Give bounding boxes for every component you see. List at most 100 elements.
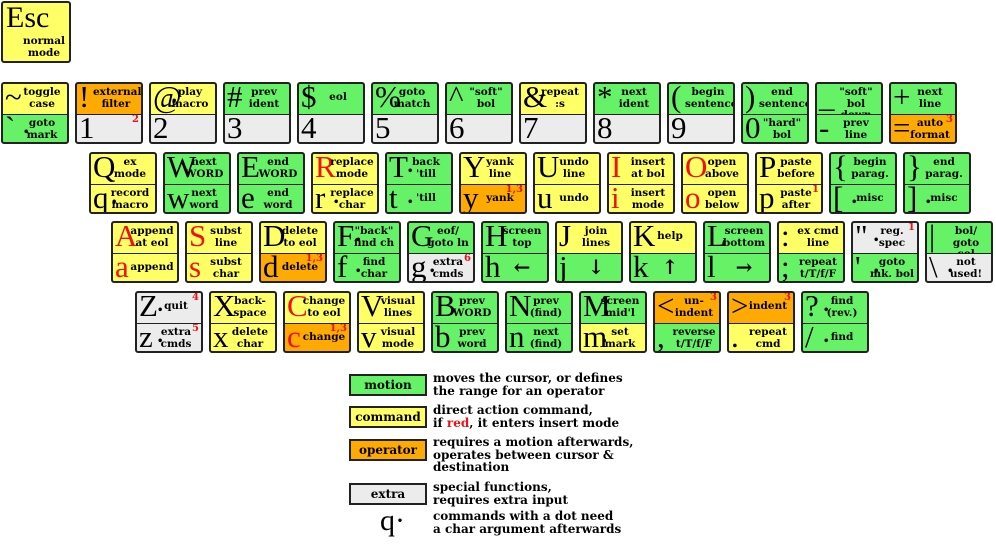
key-shifted-motion[interactable]: $ eol: [299, 84, 363, 114]
key-plain-motion[interactable]: ] • misc: [905, 184, 969, 212]
key-plain-motion[interactable]: h ←: [483, 253, 547, 281]
key-shifted-command[interactable]: Cchange to eol: [285, 293, 349, 323]
key-plain-extra[interactable]: \ • not used!: [927, 253, 991, 281]
key-shifted-command[interactable]: Iinsert at bol: [609, 154, 673, 184]
key-1-0[interactable]: Qex mode q • record macro: [89, 152, 157, 214]
key-plain-extra[interactable]: z • extra cmds 5: [137, 323, 201, 351]
key-plain-command[interactable]: x delete char: [211, 323, 275, 351]
key-3-5[interactable]: Nprev (find) n next (find): [505, 291, 573, 353]
key-shifted-motion[interactable]: {begin parag.: [831, 154, 895, 184]
key-plain-command[interactable]: m • set mark: [581, 323, 645, 351]
key-2-8[interactable]: Lscreen bottom l →: [703, 221, 771, 283]
key-plain-extra[interactable]: 5: [373, 114, 437, 142]
key-plain-motion[interactable]: 0 "hard" bol: [743, 114, 807, 142]
key-plain-extra[interactable]: 6: [447, 114, 511, 142]
key-2-7[interactable]: Khelp k ↑: [629, 221, 697, 283]
key-0-3[interactable]: # prev ident 3: [223, 82, 291, 144]
key-0-9[interactable]: (begin sentence 9: [667, 82, 735, 144]
key-plain-command[interactable]: o open below: [683, 184, 747, 212]
key-plain-motion[interactable]: ' • goto mk. bol: [853, 253, 917, 281]
key-shifted-command[interactable]: @ • play macro: [151, 84, 215, 114]
key-0-8[interactable]: * next ident 8: [593, 82, 661, 144]
key-shifted-operator[interactable]: < un- indent 3: [655, 293, 719, 323]
key-3-4[interactable]: Bprev WORD b prev word: [431, 291, 499, 353]
key-shifted-extra[interactable]: Z • quit 4: [137, 293, 201, 323]
key-shifted-motion[interactable]: (begin sentence: [669, 84, 733, 114]
key-plain-extra[interactable]: g • extra cmds 6: [409, 253, 473, 281]
key-plain-extra[interactable]: 7: [521, 114, 585, 142]
key-shifted-motion[interactable]: Lscreen bottom: [705, 223, 769, 253]
key-shifted-operator[interactable]: > indent 3: [729, 293, 793, 323]
key-0-0[interactable]: ~ toggle case ` • goto mark: [1, 82, 69, 144]
key-1-6[interactable]: Uundo line u undo: [533, 152, 601, 214]
key-shifted-command[interactable]: Qex mode: [91, 154, 155, 184]
key-plain-extra[interactable]: 12: [77, 114, 141, 142]
key-3-6[interactable]: Mscreen mid'l m • set mark: [579, 291, 647, 353]
key-shifted-motion[interactable]: ^ "soft" bol: [447, 84, 511, 114]
key-plain-operator[interactable]: = auto format 3: [891, 114, 955, 142]
key-plain-motion[interactable]: - prev line: [817, 114, 881, 142]
key-1-11[interactable]: } end parag.] • misc: [903, 152, 971, 214]
key-plain-command[interactable]: q • record macro: [91, 184, 155, 212]
key-plain-motion[interactable]: l →: [705, 253, 769, 281]
key-2-3[interactable]: F • "back" find ch f • find char: [333, 221, 401, 283]
key-0-2[interactable]: @ • play macro 2: [149, 82, 217, 144]
key-2-2[interactable]: Ddelete to eol d delete 1,3: [259, 221, 327, 283]
key-plain-extra[interactable]: 9: [669, 114, 733, 142]
key-plain-command[interactable]: s subst char: [187, 253, 251, 281]
key-shifted-command[interactable]: Vvisual lines: [359, 293, 423, 323]
key-plain-command[interactable]: v visual mode: [359, 323, 423, 351]
key-shifted-motion[interactable]: _"soft" bol down: [817, 84, 881, 114]
key-shifted-extra[interactable]: " • reg. spec 1: [853, 223, 917, 253]
key-0-1[interactable]: ! external filter 1 2: [75, 82, 143, 144]
key-plain-motion[interactable]: ; repeat t/T/f/F: [779, 253, 843, 281]
key-plain-motion[interactable]: [• misc: [831, 184, 895, 212]
key-plain-motion[interactable]: , reverse t/T/f/F: [655, 323, 719, 351]
key-shifted-command[interactable]: Aappend at eol: [113, 223, 177, 253]
key-shifted-motion[interactable]: Bprev WORD: [433, 293, 497, 323]
key-2-4[interactable]: Geof/ goto ln g • extra cmds 6: [407, 221, 475, 283]
key-plain-motion[interactable]: w next word: [165, 184, 229, 212]
key-1-3[interactable]: Rreplace mode r • replace char: [311, 152, 379, 214]
key-plain-command[interactable]: u undo: [535, 184, 599, 212]
key-0-12[interactable]: + next line = auto format 3: [889, 82, 957, 144]
key-plain-command[interactable]: r • replace char: [313, 184, 377, 212]
key-0-7[interactable]: & repeat :s 7: [519, 82, 587, 144]
key-shifted-command[interactable]: Ssubst line: [187, 223, 251, 253]
key-plain-operator[interactable]: c change 1,3: [285, 323, 349, 351]
key-plain-motion[interactable]: j ↓: [557, 253, 621, 281]
key-shifted-motion[interactable]: T • back 'till: [387, 154, 451, 184]
key-3-1[interactable]: Xback- space x delete char: [209, 291, 277, 353]
key-0-4[interactable]: $ eol 4: [297, 82, 365, 144]
key-plain-motion[interactable]: n next (find): [507, 323, 571, 351]
key-2-9[interactable]: : ex cmd line; repeat t/T/f/F: [777, 221, 845, 283]
key-shifted-command[interactable]: Ddelete to eol: [261, 223, 325, 253]
key-plain-command[interactable]: a append: [113, 253, 177, 281]
key-2-0[interactable]: Aappend at eol a append: [111, 221, 179, 283]
key-shifted-motion[interactable]: + next line: [891, 84, 955, 114]
key-plain-operator[interactable]: d delete 1,3: [261, 253, 325, 281]
key-0-11[interactable]: _"soft" bol down-prev line: [815, 82, 883, 144]
key-plain-motion[interactable]: t •'till: [387, 184, 451, 212]
key-shifted-command[interactable]: ~ toggle case: [3, 84, 67, 114]
key-2-5[interactable]: Hscreen top h ←: [481, 221, 549, 283]
key-shifted-motion[interactable]: F • "back" find ch: [335, 223, 399, 253]
key-shifted-motion[interactable]: Mscreen mid'l: [581, 293, 645, 323]
key-0-6[interactable]: ^ "soft" bol 6: [445, 82, 513, 144]
key-shifted-command[interactable]: : ex cmd line: [779, 223, 843, 253]
key-0-5[interactable]: % goto match 5: [371, 82, 439, 144]
key-3-3[interactable]: Vvisual lines v visual mode: [357, 291, 425, 353]
key-shifted-motion[interactable]: ) end sentence: [743, 84, 807, 114]
key-3-0[interactable]: Z • quit 4 z • extra cmds 5: [135, 291, 203, 353]
key-1-2[interactable]: Eend WORD e end word: [237, 152, 305, 214]
key-1-7[interactable]: Iinsert at bol i insert mode: [607, 152, 675, 214]
key-shifted-command[interactable]: Xback- space: [211, 293, 275, 323]
key-plain-motion[interactable]: ` • goto mark: [3, 114, 67, 142]
key-plain-motion[interactable]: b prev word: [433, 323, 497, 351]
esc-key[interactable]: Esc normal mode: [1, 1, 71, 63]
key-3-7[interactable]: < un- indent 3, reverse t/T/f/F: [653, 291, 721, 353]
key-shifted-motion[interactable]: ? • find (rev.): [803, 293, 867, 323]
key-shifted-command[interactable]: Yyank line: [461, 154, 525, 184]
key-shifted-motion[interactable]: Eend WORD: [239, 154, 303, 184]
key-plain-extra[interactable]: 3: [225, 114, 289, 142]
